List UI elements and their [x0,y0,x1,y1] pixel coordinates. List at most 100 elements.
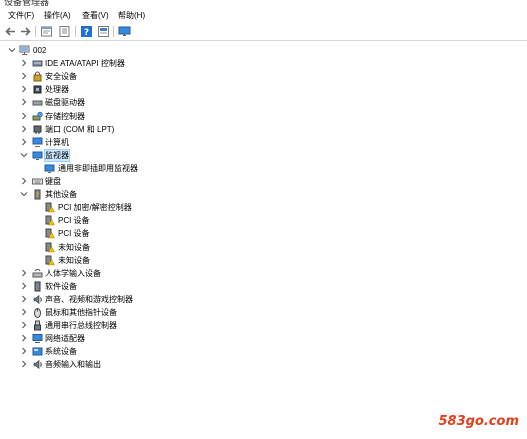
chevron-right-icon[interactable] [20,295,28,303]
tree-item[interactable]: PCI 设备 [0,227,300,240]
tree-item[interactable]: 磁盘驱动器 [0,96,300,109]
tree-item-label: 系统设备 [45,347,77,357]
disk-drive-icon [32,100,43,106]
tree-item[interactable]: 鼠标和其他指针设备 [0,306,300,319]
back-arrow-icon[interactable] [4,25,17,38]
chevron-right-icon[interactable] [20,85,28,93]
chevron-right-icon[interactable] [20,138,28,146]
unknown-device-warning-icon [45,228,55,239]
chevron-right-icon[interactable] [20,334,28,342]
tree-item-label: 网络适配器 [45,334,85,344]
tree-item-label: 其他设备 [45,190,77,200]
forward-arrow-icon[interactable] [19,25,32,38]
help-icon[interactable]: ? [80,25,93,38]
tree-item-label: 软件设备 [45,281,77,291]
tree-item[interactable]: 未知设备 [0,241,300,254]
tree-root[interactable]: 002 [0,44,300,57]
computer-category-icon [32,137,43,147]
unknown-device-warning-icon [45,242,55,252]
tree-item[interactable]: IDE ATA/ATAPI 控制器 [0,57,300,70]
watermark-text: 583go.com [438,414,520,429]
chevron-right-icon[interactable] [20,282,28,290]
tree-item[interactable]: 网络适配器 [0,332,300,345]
list-view-icon[interactable] [58,25,71,38]
tree-item-label: 未知设备 [58,242,90,252]
tree-item[interactable]: 通用串行总线控制器 [0,319,300,332]
tree-item-label: 计算机 [45,137,69,147]
tree-item[interactable]: 系统设备 [0,345,300,358]
menu-file[interactable]: 文件(F) [8,10,34,21]
tree-item[interactable]: 处理器 [0,83,300,96]
chevron-right-icon[interactable] [20,308,28,316]
sound-icon [33,294,42,305]
hid-icon [32,268,43,278]
monitor-icon [44,164,55,173]
chevron-down-icon[interactable] [20,151,28,159]
tree-item[interactable]: 未知设备 [0,254,300,267]
processor-icon [33,85,42,94]
audio-io-icon [33,360,42,370]
tree-item-label: PCI 加密/解密控制器 [58,203,132,213]
chevron-right-icon[interactable] [20,98,28,106]
unknown-device-warning-icon [45,215,55,226]
tree-item[interactable]: 键盘 [0,175,300,188]
tree-item-label: 声音、视频和游戏控制器 [45,294,133,304]
system-device-icon [32,347,43,356]
title-bar: 设备管理器 [0,0,527,8]
monitor-scan-icon[interactable] [118,25,131,38]
tree-item-label: 存储控制器 [45,111,85,121]
tree-item[interactable]: 计算机 [0,136,300,149]
tree-item-label: 鼠标和其他指针设备 [45,308,117,317]
toolbar-separator [113,26,114,37]
menu-bar: 文件(F) 操作(A) 查看(V) 帮助(H) [0,8,527,23]
chevron-right-icon[interactable] [20,269,28,277]
tree-item-label: 未知设备 [58,255,90,265]
tree-item[interactable]: 通用非即插即用监视器 [0,162,300,175]
chevron-right-icon[interactable] [20,321,28,329]
toolbar-separator [35,26,36,37]
tree-item[interactable]: 音频输入和输出 [0,358,300,371]
chevron-right-icon[interactable] [20,112,28,120]
computer-icon [19,45,30,55]
chevron-down-icon[interactable] [20,190,28,198]
menu-view[interactable]: 查看(V) [82,10,109,21]
unknown-device-warning-icon [45,255,55,265]
network-adapter-icon [32,334,43,344]
tree-item[interactable]: 软件设备 [0,280,300,293]
chevron-right-icon[interactable] [20,72,28,80]
tree-item[interactable]: 人体学输入设备 [0,267,300,280]
tree-item[interactable]: ? 其他设备 [0,188,300,201]
monitor-icon [32,151,43,160]
tree-item[interactable]: 监视器 [0,148,300,162]
tree-item-label: 通用串行总线控制器 [45,321,117,331]
toolbar: ? [0,23,527,41]
update-driver-icon[interactable] [97,25,110,38]
tree-item-label: 人体学输入设备 [45,268,101,278]
tree-item-label: 安全设备 [45,72,77,82]
tree-item[interactable]: PCI 加密/解密控制器 [0,201,300,214]
tree-item-label: 处理器 [45,85,69,95]
device-tree: 002 IDE ATA/ATAPI 控制器安全设备处理器 磁盘驱动器存储控制器端口… [0,41,527,439]
other-devices-icon: ? [34,189,41,200]
ide-controller-icon [32,60,43,67]
chevron-right-icon[interactable] [20,125,28,133]
storage-controller-icon [32,111,43,120]
properties-icon[interactable] [40,25,53,38]
tree-root-label: 002 [33,46,47,55]
tree-item[interactable]: 存储控制器 [0,110,300,123]
chevron-right-icon[interactable] [20,59,28,67]
svg-text:?: ? [36,192,39,199]
chevron-right-icon[interactable] [20,347,28,355]
menu-action[interactable]: 操作(A) [44,10,71,21]
tree-item[interactable]: 端口 (COM 和 LPT) [0,123,300,136]
chevron-right-icon[interactable] [20,360,28,368]
menu-help[interactable]: 帮助(H) [118,10,145,21]
tree-item-label: 监视器 [44,148,70,162]
chevron-right-icon[interactable] [20,177,28,185]
tree-item[interactable]: 声音、视频和游戏控制器 [0,293,300,306]
chevron-down-icon[interactable] [8,46,16,54]
watermark-logo: 583go.com [439,414,520,429]
tree-item-label: 通用非即插即用监视器 [58,163,138,173]
tree-item[interactable]: 安全设备 [0,70,300,83]
tree-item[interactable]: PCI 设备 [0,214,300,227]
